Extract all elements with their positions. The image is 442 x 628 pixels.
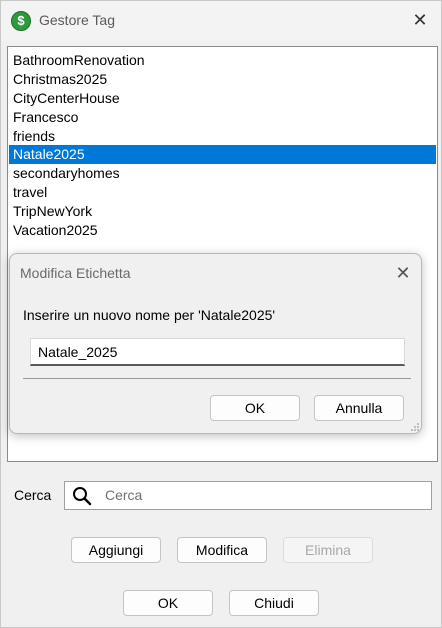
edit-button[interactable]: Modifica (177, 537, 267, 563)
search-field[interactable]: Cerca (64, 481, 432, 510)
dialog-ok-button[interactable]: OK (210, 395, 300, 421)
close-button[interactable]: Chiudi (229, 590, 319, 616)
dollar-app-icon: $ (11, 11, 31, 31)
list-item[interactable]: BathroomRenovation (9, 51, 436, 70)
list-item[interactable]: Vacation2025 (9, 221, 436, 240)
list-item[interactable]: Francesco (9, 108, 436, 127)
window-title: Gestore Tag (39, 12, 116, 28)
list-item[interactable]: CityCenterHouse (9, 89, 436, 108)
search-input[interactable]: Cerca (105, 487, 142, 503)
search-icon (73, 487, 92, 506)
delete-button[interactable]: Elimina (283, 537, 373, 563)
list-item[interactable]: travel (9, 183, 436, 202)
dialog-title: Modifica Etichetta (20, 265, 131, 281)
tag-manager-window: $ Gestore Tag ✕ BathroomRenovation Chris… (0, 0, 442, 628)
add-button[interactable]: Aggiungi (71, 537, 161, 563)
dialog-prompt: Inserire un nuovo nome per 'Natale2025' (23, 307, 276, 323)
resize-grip-icon[interactable] (410, 422, 420, 432)
dialog-cancel-button[interactable]: Annulla (314, 395, 404, 421)
list-item[interactable]: friends (9, 127, 436, 146)
list-item-selected[interactable]: Natale2025 (9, 145, 436, 164)
rename-dialog: Modifica Etichetta ✕ Inserire un nuovo n… (9, 253, 422, 434)
list-item[interactable]: TripNewYork (9, 202, 436, 221)
title-bar: $ Gestore Tag ✕ (1, 1, 441, 41)
search-label: Cerca (14, 487, 52, 503)
divider (23, 378, 411, 379)
close-icon[interactable]: ✕ (405, 7, 435, 35)
close-icon[interactable]: ✕ (388, 260, 418, 288)
new-name-input[interactable]: Natale_2025 (30, 338, 405, 366)
list-item[interactable]: Christmas2025 (9, 70, 436, 89)
ok-button[interactable]: OK (123, 590, 213, 616)
list-item[interactable]: secondaryhomes (9, 164, 436, 183)
